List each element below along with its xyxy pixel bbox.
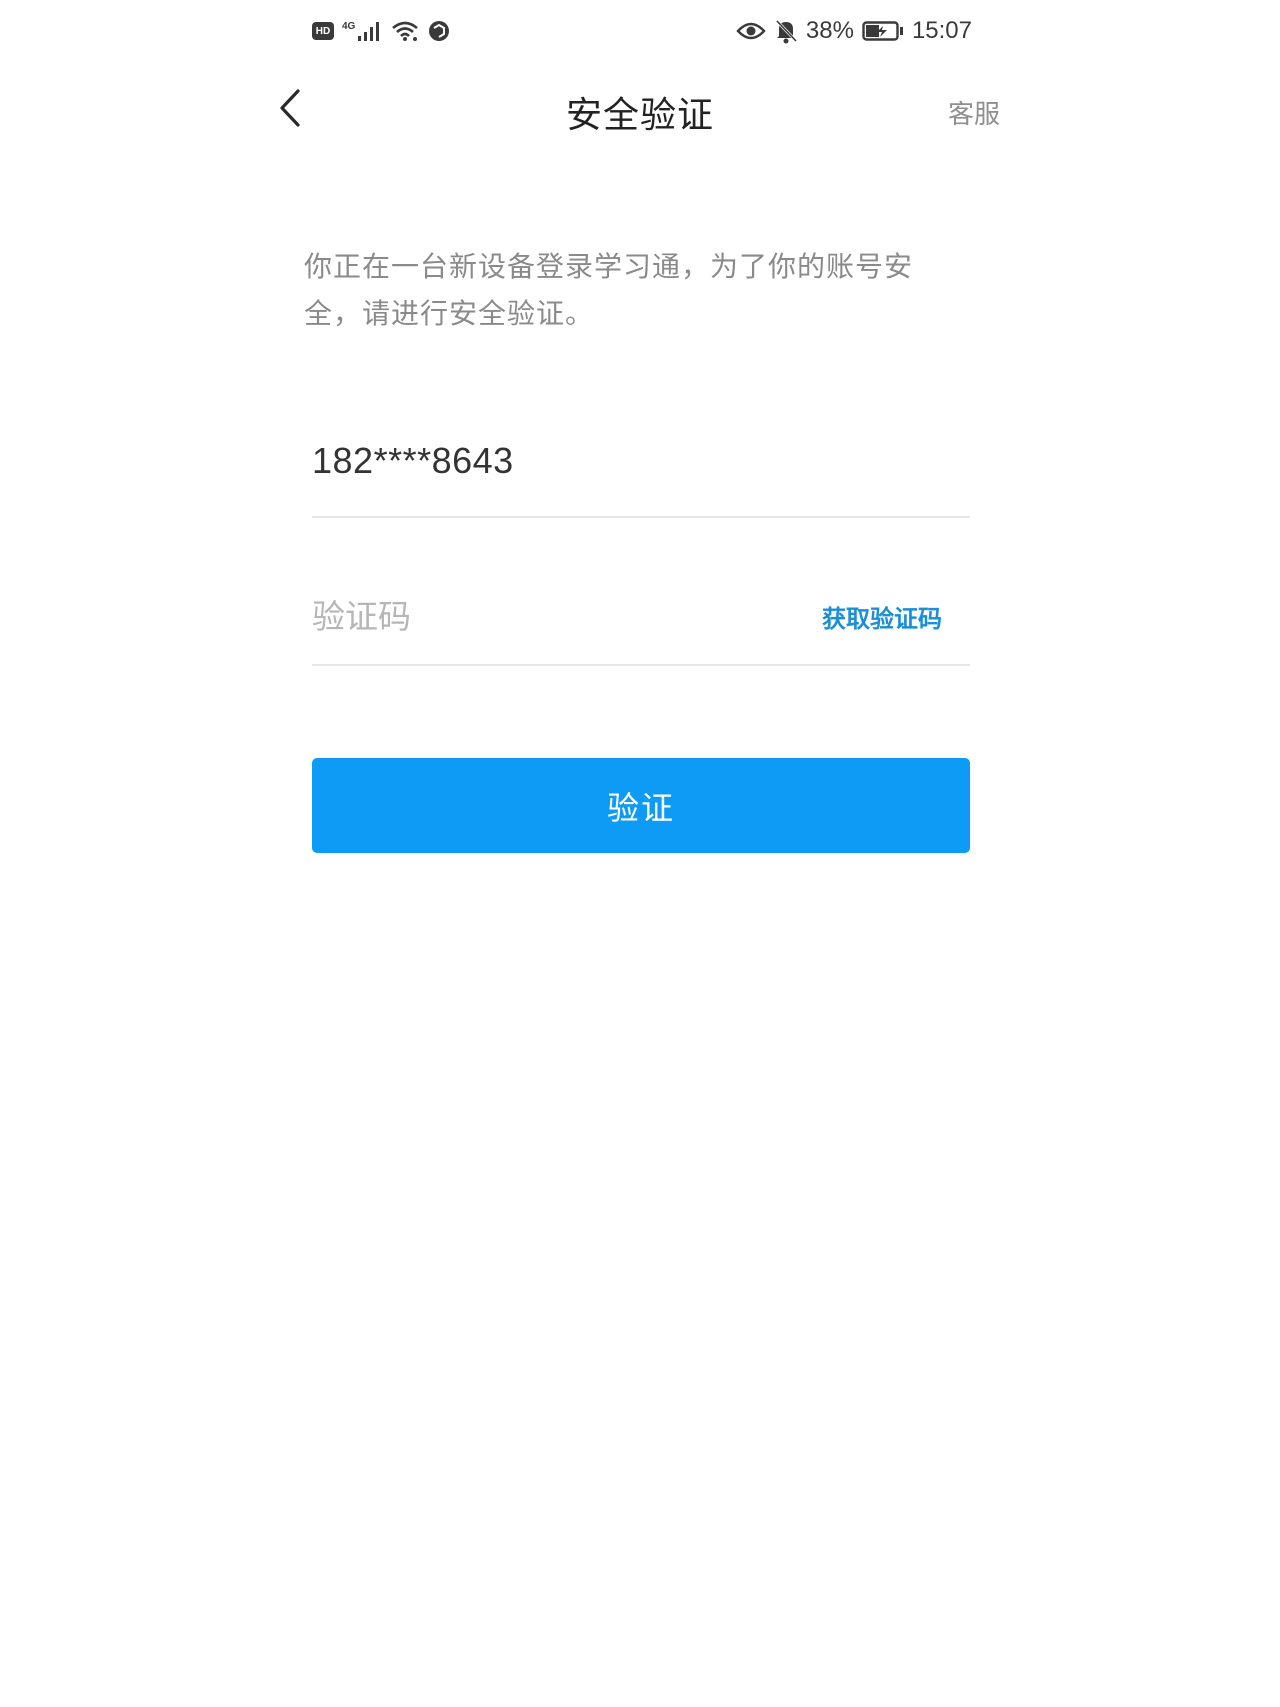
security-verification-screen: HD 4G 38% 15:07 安全验证 客服 你正在一台新设备登录学习通，为了…: [0, 0, 1280, 1707]
verification-description: 你正在一台新设备登录学习通，为了你的账号安全，请进行安全验证。: [304, 250, 914, 330]
battery-charging-icon: [862, 20, 904, 42]
nav-bar: 安全验证 客服: [0, 70, 1280, 150]
eye-icon: [736, 21, 766, 41]
code-row: 获取验证码: [312, 568, 970, 666]
phone-row: 182****8643: [312, 420, 970, 518]
clock: 15:07: [911, 17, 972, 44]
status-right: 38% 15:07: [736, 17, 972, 45]
page-title: 安全验证: [565, 95, 714, 136]
battery-percent: 38%: [805, 17, 854, 44]
verify-button[interactable]: 验证: [312, 758, 970, 853]
phone-number: 182****8643: [312, 440, 514, 481]
signal-icon: [357, 20, 383, 42]
hd-icon: HD: [312, 22, 334, 40]
wifi-icon: [391, 20, 419, 42]
customer-service-link[interactable]: 客服: [948, 94, 1000, 131]
get-code-button[interactable]: 获取验证码: [822, 599, 942, 634]
bell-off-icon: [774, 18, 798, 44]
status-bar: HD 4G 38% 15:07: [312, 14, 972, 48]
status-left: HD 4G: [312, 19, 451, 43]
network-type: 4G: [342, 21, 356, 32]
verification-code-input[interactable]: [312, 586, 732, 646]
vpn-icon: [427, 19, 451, 43]
